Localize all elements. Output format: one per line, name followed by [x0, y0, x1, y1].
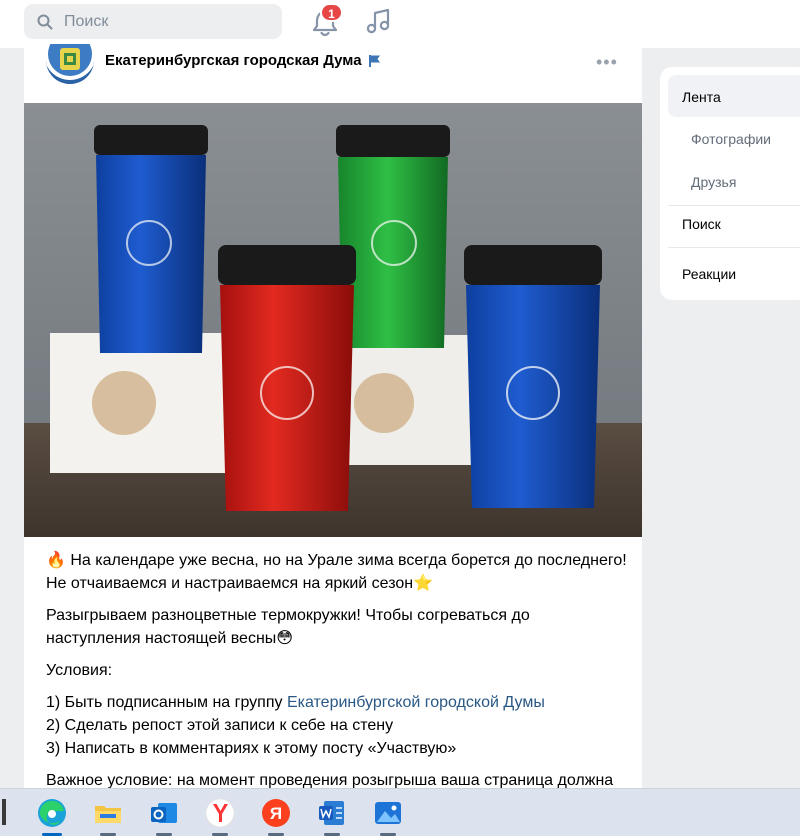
post-line-2: Не отчаиваемся и настраиваемся на яркий … — [46, 575, 414, 592]
condition-1-prefix: 1) Быть подписанным на группу — [46, 694, 287, 711]
search-placeholder: Поиск — [64, 13, 109, 30]
group-link[interactable]: Екатеринбургской городской Думы — [287, 694, 545, 711]
notification-badge: 1 — [320, 3, 343, 22]
menu-item-friends[interactable]: Друзья — [691, 174, 736, 190]
menu-divider — [668, 247, 800, 248]
start-button-edge[interactable] — [2, 799, 6, 825]
fire-emoji-icon: 🔥 — [46, 552, 66, 569]
edge-icon[interactable] — [36, 797, 68, 829]
search-icon — [37, 14, 53, 30]
post-para-2b: наступления настоящей весны — [46, 630, 277, 647]
group-name[interactable]: Екатеринбургская городская Дума — [105, 52, 362, 69]
flushed-emoji-icon: 😳 — [276, 630, 293, 647]
post-photo[interactable] — [24, 103, 642, 537]
group-avatar[interactable] — [46, 44, 94, 84]
menu-item-reactions[interactable]: Реакции — [682, 266, 736, 282]
search-input[interactable]: Поиск — [24, 4, 282, 39]
conditions-title: Условия: — [46, 662, 113, 679]
post-line-1: На календаре уже весна, но на Урале зима… — [70, 552, 627, 569]
condition-3: 3) Написать в комментариях к этому посту… — [46, 740, 457, 757]
post-card: Екатеринбургская городская Дума ••• 🔥 На… — [24, 44, 642, 804]
taskbar: Я — [0, 788, 800, 836]
post-para-2a: Разыгрываем разноцветные термокружки! Чт… — [46, 607, 530, 624]
file-explorer-icon[interactable] — [92, 797, 124, 829]
svg-text:Я: Я — [270, 804, 282, 823]
yandex-icon[interactable]: Я — [260, 797, 292, 829]
word-icon[interactable] — [316, 797, 348, 829]
more-options-button[interactable]: ••• — [596, 52, 618, 73]
verified-flag-icon — [369, 55, 380, 67]
top-bar: Поиск 1 — [0, 0, 800, 48]
condition-2: 2) Сделать репост этой записи к себе на … — [46, 717, 394, 734]
menu-item-search[interactable]: Поиск — [682, 216, 721, 232]
thermo-mugs-photo — [24, 103, 642, 537]
menu-divider — [668, 205, 800, 206]
star-emoji-icon: ⭐ — [413, 575, 433, 592]
feed-menu: Лента Фотографии Друзья Поиск Реакции — [660, 67, 800, 300]
menu-item-photos[interactable]: Фотографии — [691, 131, 771, 147]
outlook-icon[interactable] — [148, 797, 180, 829]
photos-icon[interactable] — [372, 797, 404, 829]
music-icon[interactable] — [366, 8, 392, 36]
menu-item-feed[interactable]: Лента — [682, 89, 721, 105]
coat-of-arms-icon — [46, 44, 94, 84]
post-text: 🔥 На календаре уже весна, но на Урале зи… — [46, 549, 636, 801]
yandex-browser-icon[interactable] — [204, 797, 236, 829]
